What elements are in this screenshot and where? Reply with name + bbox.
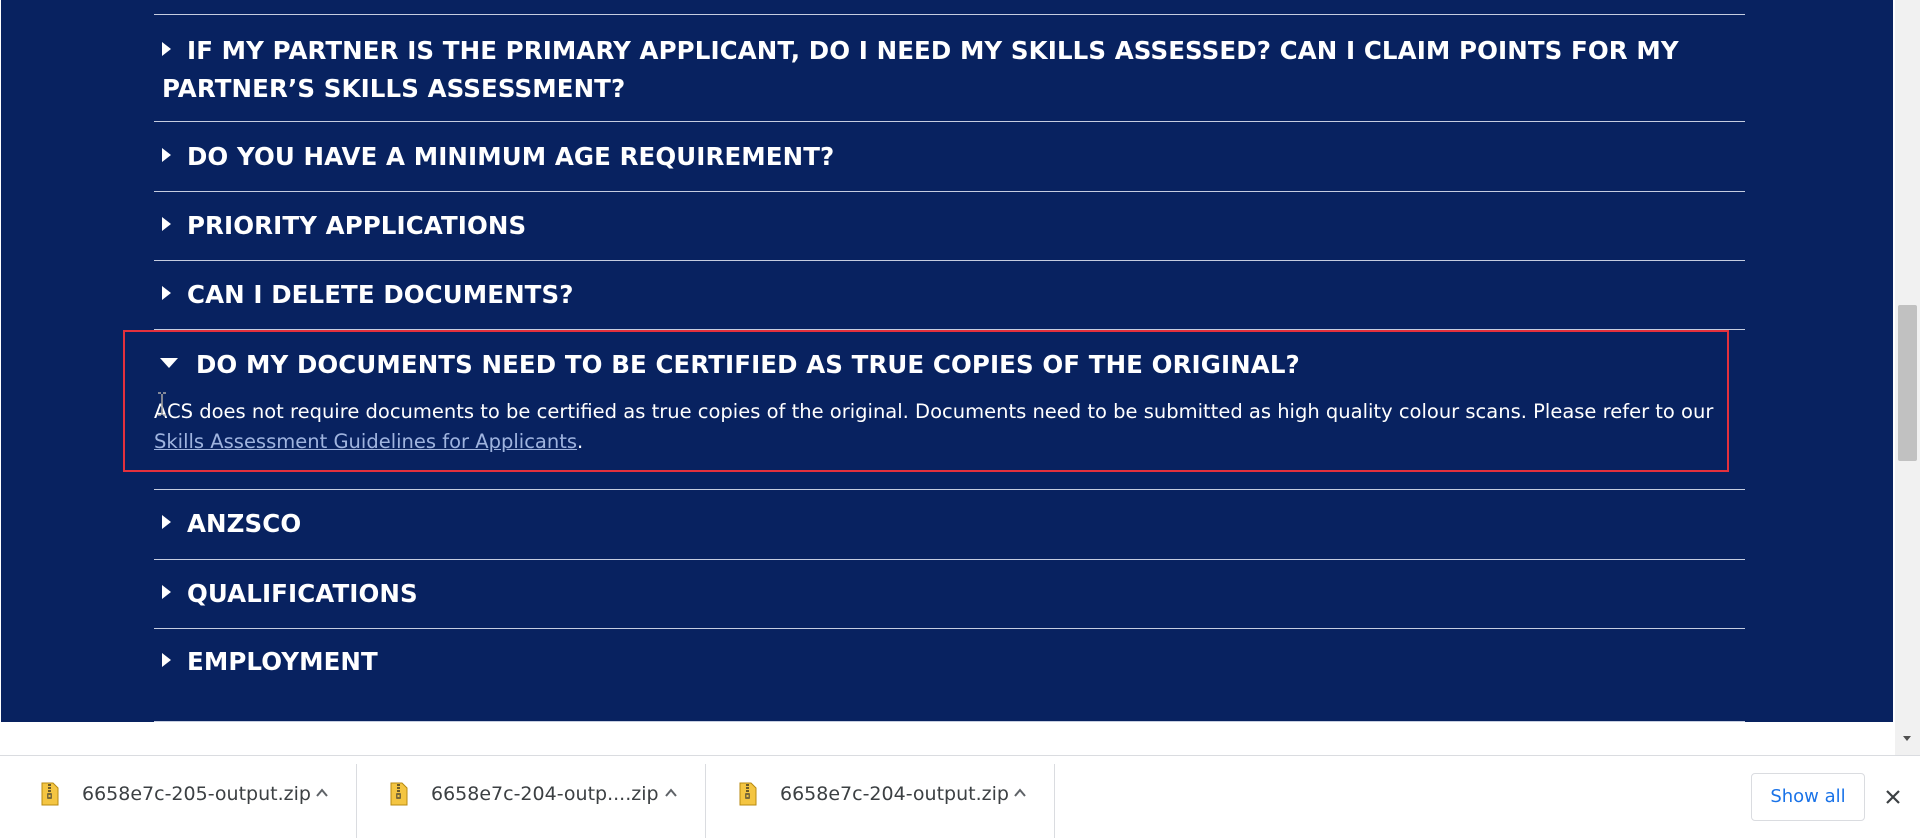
zip-file-icon [390,782,408,806]
faq-page: IF MY PARTNER IS THE PRIMARY APPLICANT, … [1,0,1893,722]
caret-right-icon [162,515,171,529]
download-item[interactable]: 6658e7c-204-output.zip [706,756,1055,838]
chevron-up-icon[interactable] [315,786,329,800]
faq-item-title: PRIORITY APPLICATIONS [187,211,527,240]
caret-right-icon [162,148,171,162]
faq-item-partner-skills[interactable]: IF MY PARTNER IS THE PRIMARY APPLICANT, … [154,15,1745,121]
highlight-box [123,330,1729,472]
faq-item-title: EMPLOYMENT [187,647,378,676]
download-filename: 6658e7c-204-output.zip [780,783,1009,805]
faq-item-title: IF MY PARTNER IS THE PRIMARY APPLICANT, … [162,36,1679,103]
faq-item-title: ANZSCO [187,509,302,538]
chevron-up-icon[interactable] [1013,786,1027,800]
zip-file-icon [41,782,59,806]
download-separator [1054,764,1055,838]
faq-item-title: DO YOU HAVE A MINIMUM AGE REQUIREMENT? [187,142,835,171]
text-cursor-icon [158,392,166,416]
caret-right-icon [162,42,171,56]
faq-item-qualifications[interactable]: QUALIFICATIONS [154,560,1745,629]
browser-viewport: IF MY PARTNER IS THE PRIMARY APPLICANT, … [0,0,1920,838]
caret-right-icon [162,286,171,300]
faq-item-delete-documents[interactable]: CAN I DELETE DOCUMENTS? [154,261,1745,330]
zip-file-icon [739,782,757,806]
download-filename: 6658e7c-205-output.zip [82,783,311,805]
download-bar: 6658e7c-205-output.zip 6658e7c-204-outp.… [0,755,1920,838]
vertical-scrollbar[interactable] [1895,0,1920,755]
faq-item-anzsco[interactable]: ANZSCO [154,490,1745,559]
page-bottom-gap [0,722,1895,755]
caret-right-icon [162,585,171,599]
faq-item-employment[interactable]: EMPLOYMENT [154,629,1745,698]
chevron-up-icon[interactable] [664,786,678,800]
download-item[interactable]: 6658e7c-205-output.zip [8,756,357,838]
caret-right-icon [162,217,171,231]
download-item[interactable]: 6658e7c-204-outp....zip [357,756,706,838]
download-filename: 6658e7c-204-outp....zip [431,783,659,805]
faq-item-priority-applications[interactable]: PRIORITY APPLICATIONS [154,192,1745,261]
scroll-down-arrow-icon[interactable] [1903,736,1911,741]
caret-right-icon [162,653,171,667]
faq-item-minimum-age[interactable]: DO YOU HAVE A MINIMUM AGE REQUIREMENT? [154,122,1745,191]
close-icon[interactable] [1883,787,1903,807]
faq-item-title: CAN I DELETE DOCUMENTS? [187,280,574,309]
faq-item-title: QUALIFICATIONS [187,579,418,608]
scrollbar-thumb[interactable] [1898,305,1917,461]
show-all-button[interactable]: Show all [1751,773,1865,821]
